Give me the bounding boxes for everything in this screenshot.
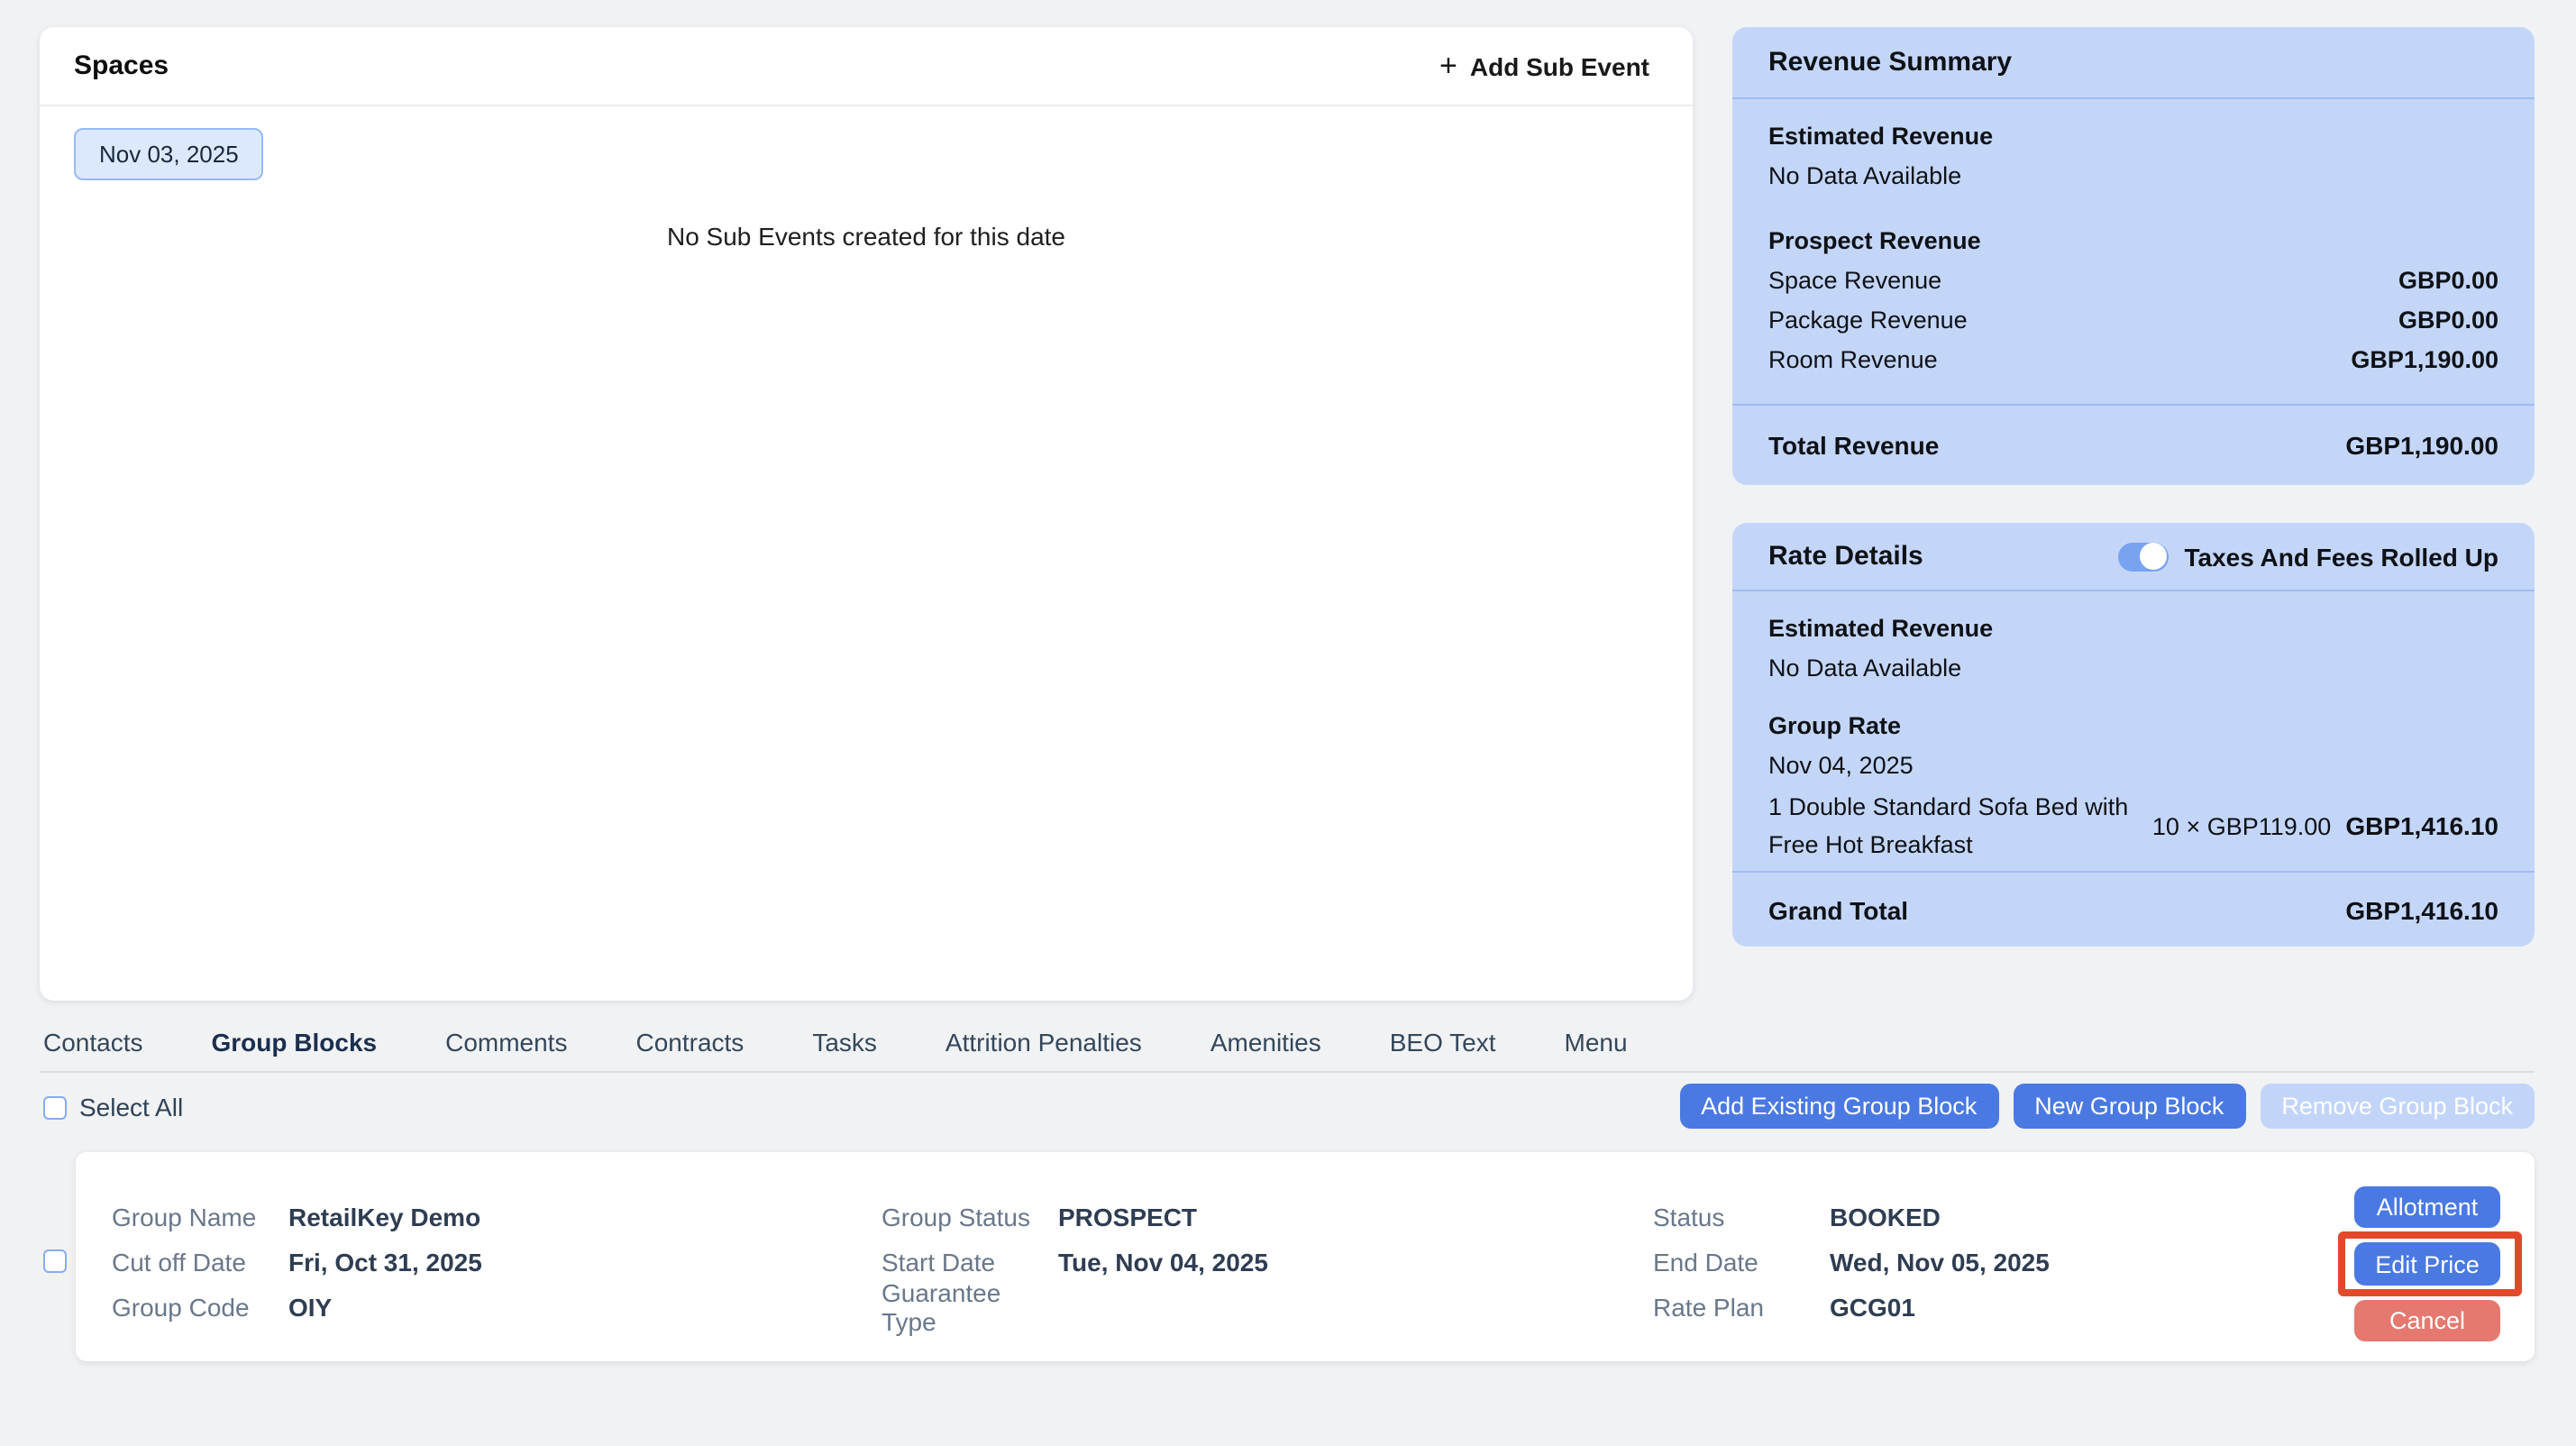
field-label: Rate Plan bbox=[1653, 1292, 1830, 1321]
field-label: Guarantee Type bbox=[882, 1277, 1058, 1335]
revenue-summary-panel: Revenue Summary Estimated Revenue No Dat… bbox=[1732, 27, 2535, 485]
field-value: GCG01 bbox=[1830, 1292, 1915, 1321]
page: Spaces + Add Sub Event Nov 03, 2025 No S… bbox=[0, 0, 2576, 1446]
tab-amenities[interactable]: Amenities bbox=[1210, 1028, 1321, 1057]
total-revenue-row: Total Revenue GBP1,190.00 bbox=[1732, 404, 2535, 485]
field-label: Group Name bbox=[112, 1202, 288, 1231]
revenue-row-value: GBP0.00 bbox=[2398, 306, 2498, 333]
group-block-fields-column: Group Status PROSPECT Start Date Tue, No… bbox=[882, 1194, 1268, 1329]
revenue-row: Space Revenue GBP0.00 bbox=[1768, 260, 2498, 299]
field-label: Group Status bbox=[882, 1202, 1058, 1231]
rate-item-row: 1 Double Standard Sofa Bed with Free Hot… bbox=[1768, 788, 2498, 864]
cancel-button[interactable]: Cancel bbox=[2354, 1300, 2500, 1341]
total-revenue-label: Total Revenue bbox=[1768, 431, 1939, 460]
add-existing-group-block-button[interactable]: Add Existing Group Block bbox=[1679, 1084, 1998, 1129]
rate-item-qty: 10 × GBP119.00 bbox=[2152, 812, 2331, 839]
taxes-fees-toggle[interactable] bbox=[2117, 542, 2168, 571]
tab-attrition-penalties[interactable]: Attrition Penalties bbox=[945, 1028, 1142, 1057]
tab-comments[interactable]: Comments bbox=[445, 1028, 567, 1057]
revenue-summary-body: Estimated Revenue No Data Available Pros… bbox=[1732, 99, 2535, 404]
taxes-fees-toggle-label: Taxes And Fees Rolled Up bbox=[2184, 542, 2498, 571]
rate-item-name: 1 Double Standard Sofa Bed with Free Hot… bbox=[1768, 788, 2152, 864]
group-rate-date: Nov 04, 2025 bbox=[1768, 745, 2498, 784]
revenue-summary-header: Revenue Summary bbox=[1732, 27, 2535, 99]
field-label: Status bbox=[1653, 1202, 1830, 1231]
tab-beo-text[interactable]: BEO Text bbox=[1390, 1028, 1496, 1057]
revenue-summary-title: Revenue Summary bbox=[1768, 47, 2012, 78]
add-sub-event-button[interactable]: + Add Sub Event bbox=[1439, 50, 1649, 81]
revenue-row-value: GBP1,190.00 bbox=[2351, 345, 2498, 372]
field-value: PROSPECT bbox=[1058, 1202, 1197, 1231]
field-label: Group Code bbox=[112, 1292, 288, 1321]
rate-details-panel: Rate Details Taxes And Fees Rolled Up Es… bbox=[1732, 523, 2535, 947]
allotment-button[interactable]: Allotment bbox=[2354, 1186, 2500, 1228]
detail-tabs: Contacts Group Blocks Comments Contracts… bbox=[43, 1028, 1628, 1057]
plus-icon: + bbox=[1439, 50, 1457, 81]
tab-contracts[interactable]: Contracts bbox=[635, 1028, 744, 1057]
revenue-row-label: Package Revenue bbox=[1768, 306, 1968, 333]
date-chip[interactable]: Nov 03, 2025 bbox=[74, 128, 264, 180]
revenue-row: Room Revenue GBP1,190.00 bbox=[1768, 339, 2498, 379]
no-sub-events-message: No Sub Events created for this date bbox=[40, 222, 1693, 251]
field-value: RetailKey Demo bbox=[288, 1202, 480, 1231]
no-data-text: No Data Available bbox=[1768, 155, 2498, 195]
field-label: Cut off Date bbox=[112, 1247, 288, 1276]
spaces-panel: Spaces + Add Sub Event Nov 03, 2025 No S… bbox=[40, 27, 1693, 1001]
total-revenue-value: GBP1,190.00 bbox=[2345, 431, 2498, 460]
rate-details-header: Rate Details Taxes And Fees Rolled Up bbox=[1732, 523, 2535, 591]
revenue-row: Package Revenue GBP0.00 bbox=[1768, 299, 2498, 339]
revenue-row-label: Space Revenue bbox=[1768, 266, 1941, 293]
revenue-row-label: Room Revenue bbox=[1768, 345, 1938, 372]
select-all-checkbox[interactable] bbox=[43, 1095, 67, 1119]
field-value: Wed, Nov 05, 2025 bbox=[1830, 1247, 2050, 1276]
remove-group-block-button[interactable]: Remove Group Block bbox=[2260, 1084, 2535, 1129]
estimated-revenue-label: Estimated Revenue bbox=[1768, 608, 2498, 647]
group-block-fields-column: Group Name RetailKey Demo Cut off Date F… bbox=[112, 1194, 482, 1329]
grand-total-label: Grand Total bbox=[1768, 895, 1908, 924]
grand-total-row: Grand Total GBP1,416.10 bbox=[1732, 871, 2535, 947]
group-block-row-checkbox[interactable] bbox=[43, 1249, 67, 1273]
field-value: Fri, Oct 31, 2025 bbox=[288, 1247, 482, 1276]
group-blocks-toolbar: Add Existing Group Block New Group Block… bbox=[1679, 1084, 2535, 1129]
tab-tasks[interactable]: Tasks bbox=[812, 1028, 877, 1057]
no-data-text: No Data Available bbox=[1768, 647, 2498, 687]
tab-menu[interactable]: Menu bbox=[1565, 1028, 1628, 1057]
edit-price-button[interactable]: Edit Price bbox=[2354, 1242, 2500, 1286]
rate-item-total: GBP1,416.10 bbox=[2345, 811, 2498, 840]
group-block-row: Group Name RetailKey Demo Cut off Date F… bbox=[76, 1152, 2535, 1361]
field-value: Tue, Nov 04, 2025 bbox=[1058, 1247, 1268, 1276]
select-all-row: Select All bbox=[43, 1093, 183, 1121]
tab-contacts[interactable]: Contacts bbox=[43, 1028, 143, 1057]
select-all-label: Select All bbox=[79, 1093, 183, 1121]
rate-details-title: Rate Details bbox=[1768, 541, 1923, 572]
field-value: OIY bbox=[288, 1292, 332, 1321]
estimated-revenue-label: Estimated Revenue bbox=[1768, 115, 2498, 155]
field-label: End Date bbox=[1653, 1247, 1830, 1276]
revenue-row-value: GBP0.00 bbox=[2398, 266, 2498, 293]
field-label: Start Date bbox=[882, 1247, 1058, 1276]
toggle-knob-icon bbox=[2139, 543, 2166, 570]
spaces-header: Spaces + Add Sub Event bbox=[40, 27, 1693, 106]
field-value: BOOKED bbox=[1830, 1202, 1941, 1231]
new-group-block-button[interactable]: New Group Block bbox=[2013, 1084, 2245, 1129]
tab-group-blocks[interactable]: Group Blocks bbox=[212, 1028, 378, 1057]
group-block-fields-column: Status BOOKED End Date Wed, Nov 05, 2025… bbox=[1653, 1194, 2050, 1329]
group-rate-label: Group Rate bbox=[1768, 705, 2498, 745]
add-sub-event-label: Add Sub Event bbox=[1470, 51, 1649, 80]
rate-details-body: Estimated Revenue No Data Available Grou… bbox=[1732, 591, 2535, 871]
tabs-divider bbox=[40, 1071, 2535, 1073]
prospect-revenue-label: Prospect Revenue bbox=[1768, 220, 2498, 260]
grand-total-value: GBP1,416.10 bbox=[2345, 895, 2498, 924]
spaces-title: Spaces bbox=[74, 50, 169, 81]
